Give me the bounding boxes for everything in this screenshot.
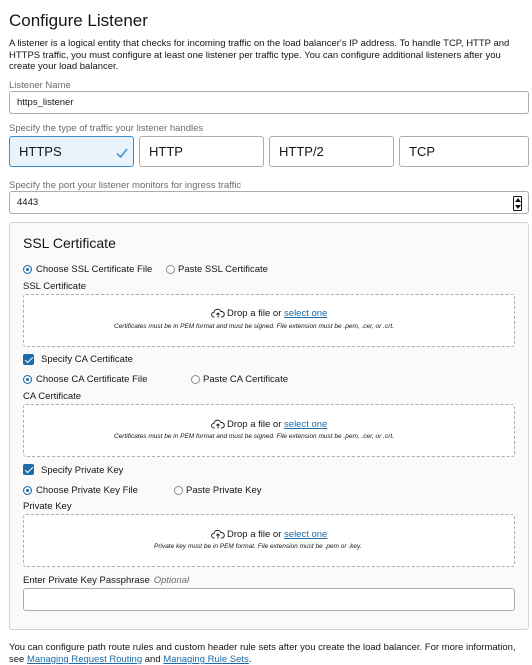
passphrase-input[interactable] [23,588,515,611]
footer-and: and [144,654,161,665]
upload-cloud-icon [211,419,225,429]
port-label: Specify the port your listener monitors … [9,180,242,191]
private-key-choose-file-label[interactable]: Choose Private Key File [36,485,138,496]
port-input[interactable]: 4443 [9,191,529,214]
ssl-drop-text: Drop a file or [227,308,282,319]
ssl-section-title: SSL Certificate [23,235,116,251]
upload-cloud-icon [211,529,225,539]
port-spinner[interactable] [513,196,522,211]
footer-end: . [248,654,252,665]
upload-cloud-icon [211,308,225,318]
ssl-choose-file-radio[interactable] [23,265,32,274]
private-key-note: Private key must be in PEM format. File … [154,543,362,550]
managing-request-routing-link[interactable]: Managing Request Routing [27,654,142,665]
traffic-option-https[interactable]: HTTPS [9,136,134,167]
listener-name-label: Listener Name [9,80,71,91]
ssl-choose-file-label[interactable]: Choose SSL Certificate File [36,264,152,275]
traffic-type-label: Specify the type of traffic your listene… [9,123,204,134]
ssl-select-link[interactable]: select one [284,308,327,319]
ssl-paste-radio[interactable] [166,265,175,274]
page-description: A listener is a logical entity that chec… [9,38,510,72]
traffic-option-label: TCP [409,144,435,159]
ca-paste-radio[interactable] [191,375,200,384]
ca-checkbox[interactable] [23,354,34,365]
ca-paste-label[interactable]: Paste CA Certificate [203,374,288,385]
ca-dropzone[interactable] [23,404,515,457]
private-key-drop-text: Drop a file or [227,529,282,540]
ca-drop-text: Drop a file or [227,419,282,430]
traffic-option-label: HTTP [149,144,183,159]
private-key-paste-label[interactable]: Paste Private Key [186,485,262,496]
ssl-paste-label[interactable]: Paste SSL Certificate [178,264,268,275]
private-key-label: Private Key [23,501,72,512]
managing-rule-sets-link[interactable]: Managing Rule Sets [163,654,249,665]
private-key-checkbox-label[interactable]: Specify Private Key [41,465,123,476]
ca-certificate-label: CA Certificate [23,391,82,402]
private-key-paste-radio[interactable] [174,486,183,495]
traffic-option-label: HTTPS [19,144,62,159]
traffic-option-label: HTTP/2 [279,144,324,159]
ca-note: Certificates must be in PEM format and m… [114,433,394,440]
ssl-dropzone[interactable] [23,294,515,347]
ca-choose-file-radio[interactable] [23,375,32,384]
footer-note: You can configure path route rules and c… [9,642,525,665]
checkmark-icon [116,148,128,159]
listener-name-value: https_listener [17,97,74,108]
passphrase-optional-tag: Optional [153,575,190,586]
passphrase-label: Enter Private Key Passphrase Optional [23,575,189,586]
ssl-certificate-label: SSL Certificate [23,281,87,292]
ssl-note: Certificates must be in PEM format and m… [114,323,394,330]
ca-checkbox-label[interactable]: Specify CA Certificate [41,354,133,365]
private-key-choose-file-radio[interactable] [23,486,32,495]
private-key-select-link[interactable]: select one [284,529,327,540]
ca-select-link[interactable]: select one [284,419,327,430]
ca-choose-file-label[interactable]: Choose CA Certificate File [36,374,147,385]
passphrase-label-text: Enter Private Key Passphrase [23,575,150,586]
traffic-option-tcp[interactable]: TCP [399,136,529,167]
traffic-option-http[interactable]: HTTP [139,136,264,167]
page-title: Configure Listener [9,11,148,30]
private-key-checkbox[interactable] [23,464,34,475]
private-key-dropzone[interactable] [23,514,515,567]
traffic-option-http2[interactable]: HTTP/2 [269,136,394,167]
port-value: 4443 [17,197,39,208]
listener-name-input[interactable]: https_listener [9,91,529,114]
